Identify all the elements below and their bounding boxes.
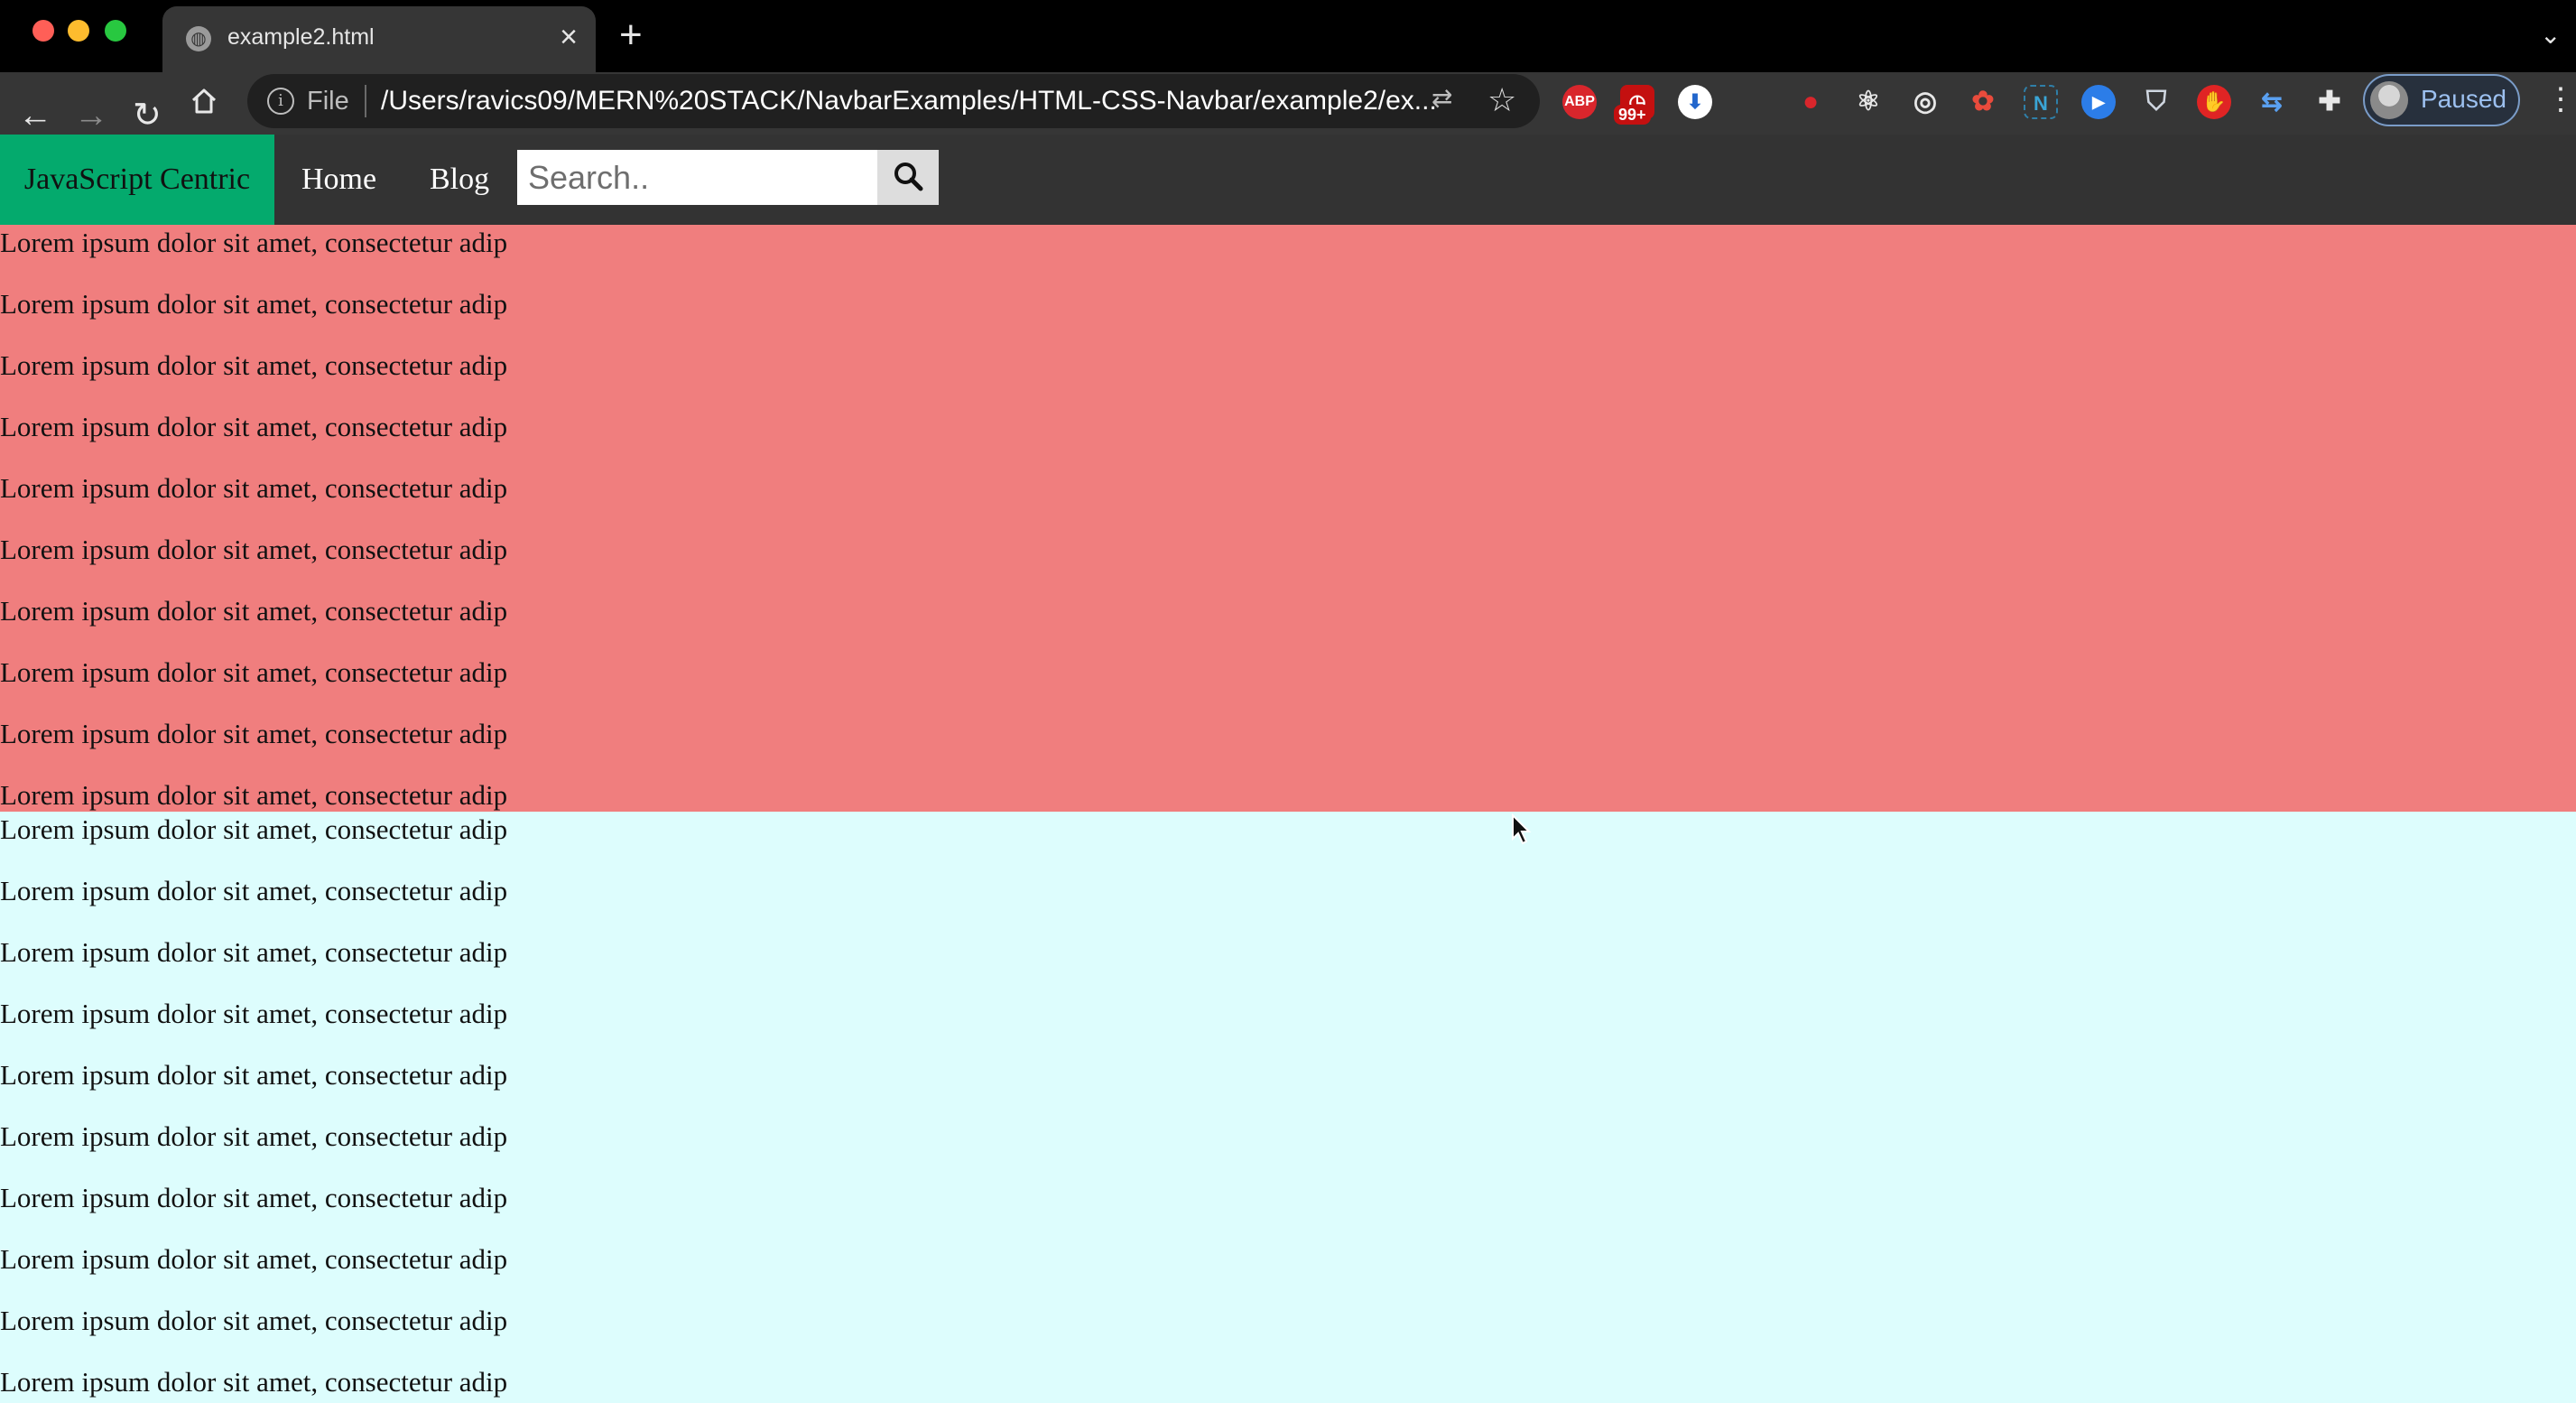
player-icon[interactable]: ▶: [2081, 85, 2116, 119]
chevron-down-icon[interactable]: ⌄: [2540, 20, 2561, 50]
arrows-icon[interactable]: ⇆: [2255, 85, 2289, 119]
paragraph: Lorem ipsum dolor sit amet, consectetur …: [0, 813, 508, 845]
browser-tab-active[interactable]: ◍ example2.html ×: [162, 6, 596, 72]
n-extension-icon[interactable]: N: [2024, 85, 2058, 119]
target-icon[interactable]: ◎: [1908, 85, 1942, 119]
reload-icon[interactable]: ↻: [133, 98, 162, 134]
record-icon[interactable]: ●: [1793, 85, 1828, 119]
more-menu-icon[interactable]: ⋮: [2545, 83, 2576, 116]
notification-badge: 99+: [1614, 105, 1651, 125]
tab-title: example2.html: [227, 24, 375, 50]
shield-icon[interactable]: ⛉: [2139, 85, 2173, 119]
paragraph: Lorem ipsum dolor sit amet, consectetur …: [0, 1059, 508, 1091]
react-devtools-icon[interactable]: ⚛: [1851, 85, 1886, 119]
search-button[interactable]: [877, 150, 939, 205]
paragraph: Lorem ipsum dolor sit amet, consectetur …: [0, 875, 508, 906]
site-navbar: JavaScript Centric Home Blog: [0, 135, 2576, 225]
adblock-icon[interactable]: ABP: [1562, 85, 1597, 119]
paragraph: Lorem ipsum dolor sit amet, consectetur …: [0, 1243, 508, 1275]
paragraph: Lorem ipsum dolor sit amet, consectetur …: [0, 656, 508, 688]
url-divider: [365, 85, 366, 117]
address-bar[interactable]: i File /Users/ravics09/MERN%20STACK/Navb…: [247, 74, 1540, 128]
nav-link-home[interactable]: Home: [301, 135, 376, 225]
paragraph: Lorem ipsum dolor sit amet, consectetur …: [0, 1182, 508, 1213]
globe-icon: ◍: [186, 26, 211, 51]
forward-arrow-icon[interactable]: →: [74, 98, 108, 134]
bookmark-star-icon[interactable]: ☆: [1487, 81, 1516, 119]
window-minimize-button[interactable]: [68, 20, 89, 42]
paragraph: Lorem ipsum dolor sit amet, consectetur …: [0, 227, 508, 258]
brand-link[interactable]: JavaScript Centric: [0, 135, 274, 225]
profile-button[interactable]: Paused: [2363, 74, 2520, 126]
back-arrow-icon[interactable]: ←: [18, 98, 52, 134]
profile-status: Paused: [2421, 85, 2507, 113]
stop-hand-icon[interactable]: ✋: [2197, 85, 2231, 119]
paragraph: Lorem ipsum dolor sit amet, consectetur …: [0, 411, 508, 442]
paragraph: Lorem ipsum dolor sit amet, consectetur …: [0, 936, 508, 968]
paragraph: Lorem ipsum dolor sit amet, consectetur …: [0, 349, 508, 381]
new-tab-button[interactable]: +: [619, 14, 643, 56]
translate-icon[interactable]: ⇄: [1432, 83, 1452, 113]
color-picker-icon[interactable]: ✿: [1966, 85, 2000, 119]
paragraph: Lorem ipsum dolor sit amet, consectetur …: [0, 1120, 508, 1152]
browser-tab-strip: ◍ example2.html × + ⌄: [0, 0, 2576, 72]
paragraph: Lorem ipsum dolor sit amet, consectetur …: [0, 718, 508, 749]
puzzle-icon[interactable]: ✚: [2312, 85, 2347, 119]
paragraph: Lorem ipsum dolor sit amet, consectetur …: [0, 998, 508, 1029]
url-text[interactable]: /Users/ravics09/MERN%20STACK/NavbarExamp…: [381, 86, 1437, 116]
search-input[interactable]: [517, 150, 878, 205]
home-icon[interactable]: [190, 87, 218, 123]
avatar: [2370, 81, 2408, 119]
downloader-icon[interactable]: ⬇: [1678, 85, 1712, 119]
paragraph: Lorem ipsum dolor sit amet, consectetur …: [0, 1305, 508, 1336]
paragraph: Lorem ipsum dolor sit amet, consectetur …: [0, 1366, 508, 1398]
info-icon[interactable]: i: [267, 88, 294, 115]
window-maximize-button[interactable]: [105, 20, 126, 42]
mouse-cursor-icon: [1512, 813, 1532, 845]
close-icon[interactable]: ×: [560, 21, 578, 53]
paragraph: Lorem ipsum dolor sit amet, consectetur …: [0, 595, 508, 627]
section-cyan: Lorem ipsum dolor sit amet, consectetur …: [0, 812, 2576, 1403]
page-viewport: JavaScript Centric Home Blog Lorem ipsum…: [0, 135, 2576, 1403]
paragraph: Lorem ipsum dolor sit amet, consectetur …: [0, 288, 508, 320]
paragraph: Lorem ipsum dolor sit amet, consectetur …: [0, 472, 508, 504]
nav-link-blog[interactable]: Blog: [430, 135, 489, 225]
page-content: Lorem ipsum dolor sit amet, consectetur …: [0, 225, 2576, 1403]
section-red: Lorem ipsum dolor sit amet, consectetur …: [0, 225, 2576, 812]
paragraph: Lorem ipsum dolor sit amet, consectetur …: [0, 534, 508, 565]
window-close-button[interactable]: [32, 20, 54, 42]
search-icon: [894, 163, 923, 191]
url-scheme-label: File: [307, 87, 349, 116]
